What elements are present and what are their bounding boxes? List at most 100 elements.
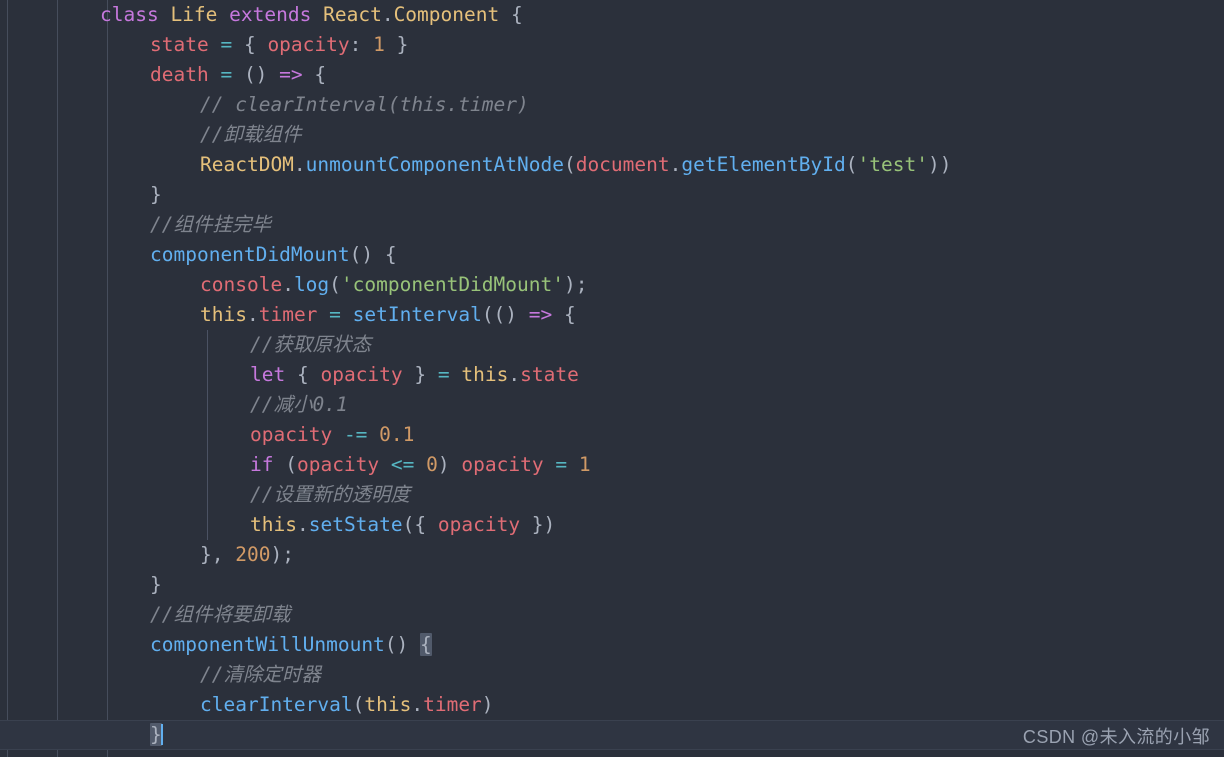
code-token: . (411, 693, 424, 716)
code-line-text: //设置新的透明度 (0, 480, 410, 510)
code-token: . (282, 273, 294, 296)
code-line[interactable]: this.timer = setInterval(() => { (0, 300, 1224, 330)
code-line[interactable]: //清除定时器 (0, 660, 1224, 690)
code-editor[interactable]: class Life extends React.Component {stat… (0, 0, 1224, 757)
code-line[interactable]: //获取原状态 (0, 330, 1224, 360)
code-line-text: //卸载组件 (0, 120, 301, 150)
code-token: getElementById (681, 153, 846, 176)
code-line[interactable]: death = () => { (0, 60, 1224, 90)
code-content[interactable]: class Life extends React.Component {stat… (0, 0, 1224, 757)
code-line-text: //获取原状态 (0, 330, 371, 360)
code-token: ) (481, 693, 494, 716)
code-token: 1 (578, 453, 591, 476)
code-line[interactable]: // clearInterval(this.timer) (0, 90, 1224, 120)
code-token: { (552, 303, 576, 326)
code-line[interactable]: //组件挂完毕 (0, 210, 1224, 240)
code-line[interactable]: } (0, 570, 1224, 600)
code-line[interactable]: componentDidMount() { (0, 240, 1224, 270)
code-token: ( (329, 273, 341, 296)
code-token: . (381, 3, 394, 26)
code-token: }, (200, 543, 236, 566)
code-line[interactable]: ReactDOM.unmountComponentAtNode(document… (0, 150, 1224, 180)
code-token: //清除定时器 (200, 663, 321, 686)
code-line[interactable]: console.log('componentDidMount'); (0, 270, 1224, 300)
code-line[interactable]: clearInterval(this.timer) (0, 690, 1224, 720)
code-token: ); (270, 543, 294, 566)
code-line[interactable]: class Life extends React.Component { (0, 0, 1224, 30)
code-line[interactable]: //组件将要卸载 (0, 600, 1224, 630)
code-token: <= (390, 453, 415, 476)
code-token: 'test' (857, 153, 928, 176)
code-token: () { (349, 243, 397, 266)
code-line-text: state = { opacity: 1 } (0, 30, 408, 60)
code-line-text: death = () => { (0, 60, 326, 90)
code-token: = (437, 363, 450, 386)
code-token: ( (845, 153, 858, 176)
code-token: => (279, 63, 303, 86)
code-token: //减小0.1 (250, 393, 348, 416)
code-token: state (520, 363, 579, 386)
code-line[interactable]: } (0, 180, 1224, 210)
code-line[interactable]: this.setState({ opacity }) (0, 510, 1224, 540)
code-line-text: } (0, 180, 162, 210)
code-token: opacity (267, 33, 350, 56)
code-token: //组件挂完毕 (150, 213, 271, 236)
code-line-text: if (opacity <= 0) opacity = 1 (0, 450, 591, 480)
code-line[interactable]: //卸载组件 (0, 120, 1224, 150)
code-token: componentDidMount (150, 243, 350, 266)
code-token: . (508, 363, 521, 386)
code-line-text: //清除定时器 (0, 660, 321, 690)
code-token: { (285, 363, 321, 386)
watermark-text: CSDN @未入流的小邹 (1022, 727, 1210, 747)
code-line-text: //减小0.1 (0, 390, 348, 420)
code-token: setState (308, 513, 403, 536)
code-line[interactable]: //设置新的透明度 (0, 480, 1224, 510)
code-token: => (528, 303, 553, 326)
code-token: class (100, 3, 159, 26)
code-line-text: console.log('componentDidMount'); (0, 270, 587, 300)
code-token: = (220, 63, 233, 86)
code-line[interactable]: componentWillUnmount() { (0, 630, 1224, 660)
code-line-text: clearInterval(this.timer) (0, 690, 494, 720)
code-token: if (250, 453, 274, 476)
code-line[interactable]: //减小0.1 (0, 390, 1224, 420)
code-token: log (293, 273, 330, 296)
code-token: React (323, 3, 382, 26)
code-line-text: //组件将要卸载 (0, 600, 290, 630)
code-line-text: this.timer = setInterval(() => { (0, 300, 576, 330)
code-line[interactable]: state = { opacity: 1 } (0, 30, 1224, 60)
code-token: 200 (235, 543, 271, 566)
code-token: . (246, 303, 259, 326)
code-token: (() (481, 303, 529, 326)
code-token: } (150, 183, 162, 206)
code-token: -= (343, 423, 368, 446)
code-token: ) (437, 453, 462, 476)
code-line-text: this.setState({ opacity }) (0, 510, 555, 540)
code-token: document (575, 153, 670, 176)
code-token: opacity (437, 513, 521, 536)
code-token: () (232, 63, 280, 86)
code-token: this (364, 693, 412, 716)
code-token: ( (352, 693, 365, 716)
code-token: opacity (250, 423, 333, 446)
code-line[interactable]: if (opacity <= 0) opacity = 1 (0, 450, 1224, 480)
code-line[interactable]: let { opacity } = this.state (0, 360, 1224, 390)
code-token: = (555, 453, 568, 476)
code-line-text: componentWillUnmount() { (0, 630, 432, 660)
code-token: unmountComponentAtNode (305, 153, 564, 176)
code-token: ReactDOM (200, 153, 294, 176)
code-token: //获取原状态 (250, 333, 371, 356)
code-line-text: // clearInterval(this.timer) (0, 90, 529, 120)
bracket-match-token: { (420, 633, 432, 656)
code-token: timer (423, 693, 482, 716)
code-line[interactable]: opacity -= 0.1 (0, 420, 1224, 450)
code-token: // clearInterval(this.timer) (200, 93, 529, 116)
code-line[interactable]: }, 200); (0, 540, 1224, 570)
